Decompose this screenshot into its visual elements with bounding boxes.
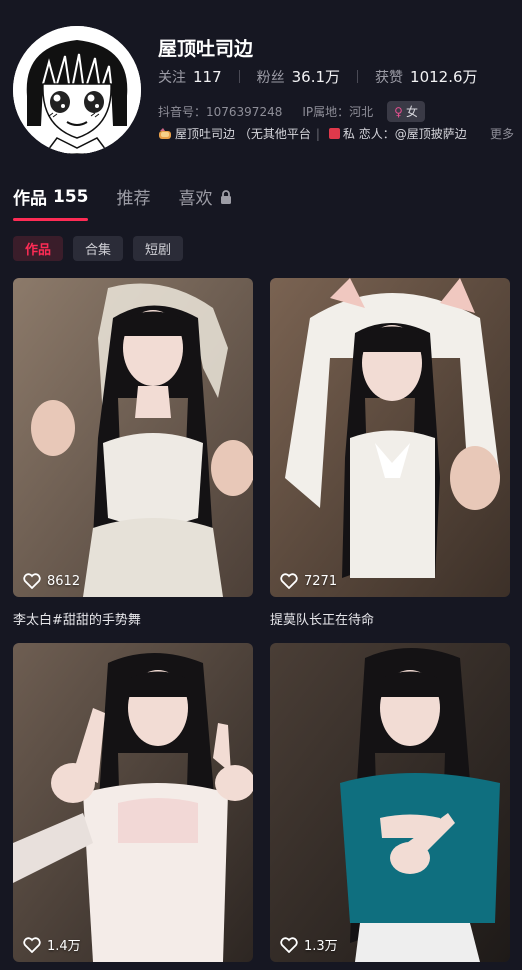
video-card[interactable]: 1.3万 xyxy=(270,643,510,962)
content-tabs: 作品 155 推荐 喜欢 xyxy=(13,184,261,209)
profile-meta: 抖音号：1076397248 IP属地：河北 ♀ 女 xyxy=(158,101,425,122)
stat-divider xyxy=(238,70,240,83)
gender-label: 女 xyxy=(405,105,418,119)
ip-location: IP属地：河北 xyxy=(302,105,374,119)
profile-stats: 关注 117 粉丝 36.1万 获赞 1012.6万 xyxy=(158,66,478,87)
video-likes: 7271 xyxy=(280,573,337,589)
subtab-works[interactable]: 作品 xyxy=(13,236,64,261)
video-likes: 1.3万 xyxy=(280,935,338,954)
gender-badge: ♀ 女 xyxy=(387,101,425,122)
tab-liked[interactable]: 喜欢 xyxy=(179,184,233,209)
active-tab-indicator xyxy=(13,218,88,221)
bio-text-1: 屋顶吐司边 （无其他平台 xyxy=(175,127,311,141)
bio-text-2[interactable]: 私 恋人：@屋顶披萨边 xyxy=(343,125,467,142)
followers-label[interactable]: 粉丝 xyxy=(257,67,285,87)
video-likes-count: 7271 xyxy=(304,573,338,589)
following-count[interactable]: 117 xyxy=(193,68,222,86)
video-likes-count: 1.3万 xyxy=(304,939,338,954)
heart-icon xyxy=(23,573,41,589)
female-icon: ♀ xyxy=(394,104,403,119)
video-thumbnail-image xyxy=(270,278,510,597)
video-thumbnail-image xyxy=(13,643,253,962)
video-likes-count: 1.4万 xyxy=(47,939,81,954)
subtab-short-dramas[interactable]: 短剧 xyxy=(133,236,184,261)
bio-separator: | xyxy=(315,126,320,141)
bio-more-button[interactable]: 更多 xyxy=(486,125,514,142)
video-thumbnail-image xyxy=(270,643,510,962)
douyin-id: 抖音号：1076397248 xyxy=(158,105,283,119)
video-thumbnail[interactable]: 1.4万 xyxy=(13,643,253,962)
house-icon xyxy=(328,128,340,139)
tab-recommend[interactable]: 推荐 xyxy=(117,184,151,209)
tab-works-count: 155 xyxy=(53,186,89,207)
following-label[interactable]: 关注 xyxy=(158,67,186,87)
avatar[interactable] xyxy=(13,26,141,154)
lock-icon xyxy=(220,189,231,204)
toast-emoji-icon xyxy=(159,127,171,139)
heart-icon xyxy=(23,936,41,953)
likes-received-count: 1012.6万 xyxy=(410,68,478,86)
video-thumbnail[interactable]: 7271 xyxy=(270,278,510,597)
likes-received-label: 获赞 xyxy=(375,69,404,86)
video-likes: 8612 xyxy=(23,573,80,589)
video-thumbnail-image xyxy=(13,278,253,597)
profile-name: 屋顶吐司边 xyxy=(158,38,254,60)
video-caption[interactable]: 李太白#甜甜的手势舞 xyxy=(13,609,253,628)
sub-tabs: 作品 合集 短剧 xyxy=(13,236,184,261)
video-thumbnail[interactable]: 8612 xyxy=(13,278,253,597)
heart-icon xyxy=(280,573,298,589)
video-card[interactable]: 1.4万 xyxy=(13,643,253,962)
video-caption[interactable]: 提莫队长正在待命 xyxy=(270,609,510,628)
tab-liked-label: 喜欢 xyxy=(178,189,213,209)
avatar-illustration xyxy=(13,26,141,154)
profile-page: 屋顶吐司边 关注 117 粉丝 36.1万 获赞 1012.6万 抖音号：107… xyxy=(0,0,522,970)
video-thumbnail[interactable]: 1.3万 xyxy=(270,643,510,962)
tab-works[interactable]: 作品 155 xyxy=(13,184,89,210)
video-card[interactable]: 8612 李太白#甜甜的手势舞 xyxy=(13,278,253,628)
video-likes-count: 8612 xyxy=(47,573,81,589)
profile-bio: 屋顶吐司边 （无其他平台 | 私 恋人：@屋顶披萨边 更多 xyxy=(158,125,514,142)
followers-count[interactable]: 36.1万 xyxy=(292,66,340,87)
tab-recommend-label: 推荐 xyxy=(116,189,151,209)
subtab-collections[interactable]: 合集 xyxy=(73,236,124,261)
tab-works-label: 作品 xyxy=(13,189,47,209)
heart-icon xyxy=(280,936,298,953)
stat-divider xyxy=(357,70,359,83)
video-likes: 1.4万 xyxy=(23,935,81,954)
video-card[interactable]: 7271 提莫队长正在待命 xyxy=(270,278,510,628)
